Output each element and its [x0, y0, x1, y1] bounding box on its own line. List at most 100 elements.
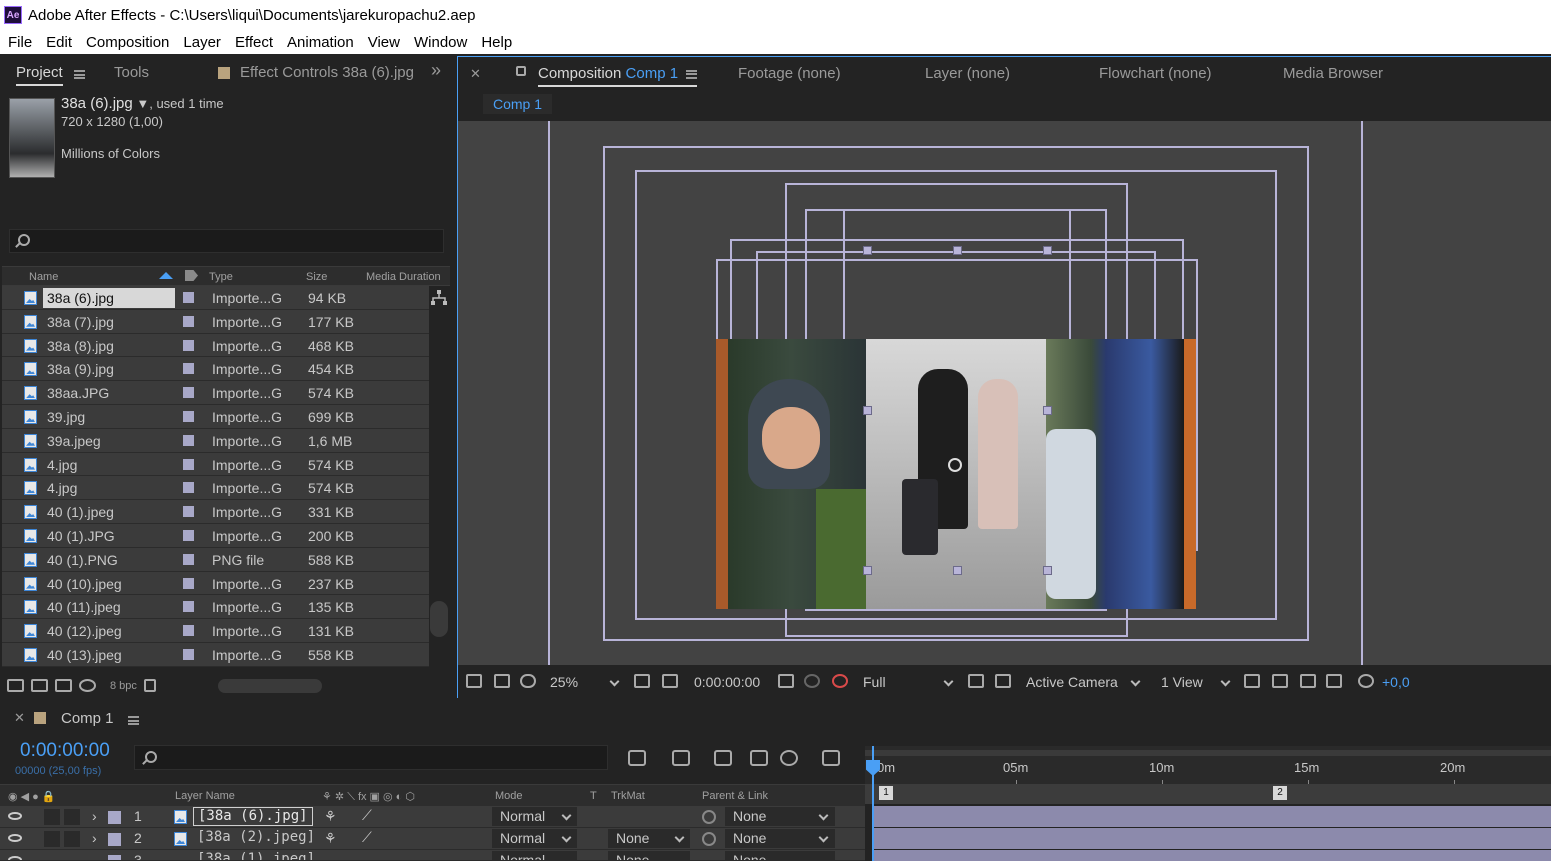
draft-3d-icon[interactable]	[672, 750, 690, 766]
column-parent[interactable]: Parent & Link	[702, 790, 768, 802]
layer-name[interactable]: [38a (2).jpeg]	[193, 829, 319, 848]
frame-blending-icon[interactable]	[750, 750, 768, 766]
always-preview-icon[interactable]	[466, 674, 482, 688]
visibility-eye-icon[interactable]	[8, 856, 22, 860]
viewer-timecode[interactable]: 0:00:00:00	[694, 674, 760, 690]
composition-menu-icon[interactable]	[686, 69, 698, 79]
label-color-icon[interactable]	[183, 648, 194, 660]
layer-switches-icon[interactable]: ⚘ ✲ ⟍ fx ▣ ◎ ◐ ⬡	[322, 790, 415, 804]
sort-ascending-icon[interactable]	[159, 272, 173, 279]
project-menu-icon[interactable]	[74, 70, 85, 79]
comp-marker[interactable]: 2	[1273, 786, 1287, 800]
column-size[interactable]: Size	[306, 271, 327, 283]
chevron-down-icon[interactable]	[943, 676, 954, 687]
file-row[interactable]: 40 (12).jpeg Importe...G 131 KB	[2, 619, 429, 643]
panel-overflow-icon[interactable]: »	[431, 60, 441, 81]
label-color-icon[interactable]	[183, 339, 194, 351]
label-color-icon[interactable]	[183, 553, 194, 565]
work-area-bar[interactable]	[865, 750, 1551, 756]
column-trkmat[interactable]: TrkMat	[611, 790, 645, 802]
transform-handle[interactable]	[1043, 566, 1052, 575]
close-icon[interactable]: ✕	[14, 710, 25, 726]
column-mode[interactable]: Mode	[495, 790, 523, 802]
menu-composition[interactable]: Composition	[79, 34, 176, 51]
label-color-icon[interactable]	[108, 811, 121, 824]
shy-switch-icon[interactable]: ⚘	[324, 808, 337, 825]
timeline-layer-row[interactable]: 3 [38a (1).jpeg] Normal None None	[0, 850, 865, 861]
quality-switch-icon[interactable]: ⟋	[362, 829, 372, 846]
camera-select[interactable]: Active Camera	[1026, 674, 1118, 690]
project-search-input[interactable]	[9, 229, 444, 253]
grid-guides-icon[interactable]	[634, 674, 650, 688]
timeline-timecode[interactable]: 0:00:00:00	[20, 740, 110, 762]
timeline-layer-row[interactable]: › 2 [38a (2).jpeg] ⚘ ⟋ Normal None None	[0, 828, 865, 850]
file-row[interactable]: 40 (1).JPG Importe...G 200 KB	[2, 523, 429, 548]
show-snapshot-icon[interactable]	[804, 674, 820, 688]
menu-layer[interactable]: Layer	[176, 34, 228, 51]
column-layer-name[interactable]: Layer Name	[175, 790, 235, 802]
label-tag-icon[interactable]	[185, 270, 198, 281]
file-row[interactable]: 38a (7).jpg Importe...G 177 KB	[2, 309, 429, 334]
parent-select[interactable]: None	[725, 829, 835, 848]
chevron-down-icon[interactable]	[1130, 676, 1141, 687]
file-row[interactable]: 40 (13).jpeg Importe...G 558 KB	[2, 642, 429, 667]
label-color-icon[interactable]	[183, 577, 194, 589]
column-name[interactable]: Name	[29, 271, 58, 283]
tab-layer[interactable]: Layer (none)	[925, 65, 1010, 82]
file-row[interactable]: 40 (1).jpeg Importe...G 331 KB	[2, 500, 429, 524]
layer-name[interactable]: [38a (6).jpg]	[193, 807, 313, 826]
comp-marker[interactable]: 1	[879, 786, 893, 800]
footage-dropdown-icon[interactable]: ▼	[136, 96, 149, 111]
label-color-icon[interactable]	[183, 292, 194, 303]
transform-handle[interactable]	[1043, 406, 1052, 415]
mask-visibility-icon[interactable]	[520, 674, 536, 688]
monitor-icon[interactable]	[494, 674, 510, 688]
tab-media-browser[interactable]: Media Browser	[1283, 65, 1383, 82]
tab-footage[interactable]: Footage (none)	[738, 65, 841, 82]
timeline-toggle-icon[interactable]	[1300, 674, 1316, 688]
label-color-icon[interactable]	[183, 482, 194, 494]
shy-switch-icon[interactable]: ⚘	[324, 830, 337, 847]
visibility-eye-icon[interactable]	[8, 834, 22, 842]
label-color-icon[interactable]	[108, 833, 121, 846]
solo-toggle[interactable]	[44, 831, 60, 847]
transform-handle[interactable]	[863, 566, 872, 575]
motion-blur-icon[interactable]	[780, 750, 798, 766]
file-row[interactable]: 39a.jpeg Importe...G 1,6 MB	[2, 428, 429, 453]
parent-select[interactable]: None	[725, 807, 835, 826]
blend-mode-select[interactable]: Normal	[492, 851, 577, 860]
menu-view[interactable]: View	[361, 34, 407, 51]
shy-layers-icon[interactable]	[714, 750, 732, 766]
layer-duration-bar[interactable]	[872, 850, 1551, 861]
file-row[interactable]: 40 (10).jpeg Importe...G 237 KB	[2, 571, 429, 596]
label-color-icon[interactable]	[108, 855, 121, 860]
flowchart-icon[interactable]	[431, 290, 447, 306]
new-composition-icon[interactable]	[55, 679, 72, 692]
interpret-footage-icon[interactable]	[7, 679, 24, 692]
pick-whip-icon[interactable]	[702, 810, 716, 824]
label-color-icon[interactable]	[183, 529, 194, 541]
menu-window[interactable]: Window	[407, 34, 474, 51]
label-color-icon[interactable]	[183, 506, 194, 518]
menu-effect[interactable]: Effect	[228, 34, 280, 51]
tab-tools[interactable]: Tools	[114, 64, 149, 81]
exposure-value[interactable]: +0,0	[1382, 674, 1410, 690]
file-row[interactable]: 4.jpg Importe...G 574 KB	[2, 452, 429, 477]
lock-toggle[interactable]	[64, 809, 80, 825]
lock-toggle[interactable]	[64, 831, 80, 847]
transparency-toggle-icon[interactable]	[995, 674, 1011, 688]
trash-icon[interactable]	[143, 679, 156, 692]
file-row[interactable]: 4.jpg Importe...G 574 KB	[2, 476, 429, 501]
transform-handle[interactable]	[1043, 246, 1052, 255]
expand-chevron-icon[interactable]: ›	[92, 830, 97, 846]
new-folder-icon[interactable]	[31, 679, 48, 692]
column-type[interactable]: Type	[209, 271, 233, 283]
column-media-duration[interactable]: Media Duration	[366, 271, 441, 283]
file-row[interactable]: 40 (1).PNG PNG file 588 KB	[2, 547, 429, 572]
file-row[interactable]: 38a (6).jpg Importe...G 94 KB	[2, 286, 429, 310]
close-icon[interactable]: ✕	[470, 66, 481, 82]
file-row[interactable]: 38a (8).jpg Importe...G 468 KB	[2, 333, 429, 358]
flowchart-toggle-icon[interactable]	[1326, 674, 1342, 688]
layer-duration-bar[interactable]	[872, 828, 1551, 849]
adjust-project-icon[interactable]	[79, 679, 96, 692]
